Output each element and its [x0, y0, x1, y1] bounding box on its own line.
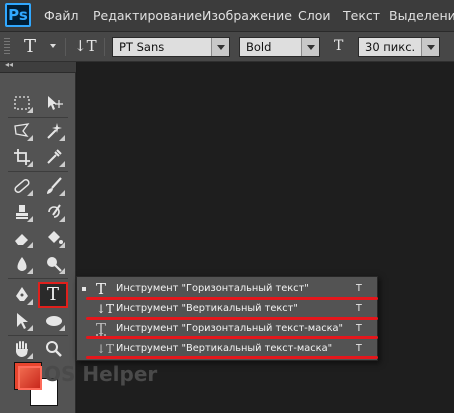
shortcut-key: T [356, 343, 362, 354]
options-separator [104, 38, 105, 56]
tools-panel-header: ◂◂ [0, 60, 76, 73]
menu-layers[interactable]: Слои [298, 8, 331, 23]
lasso-tool-icon[interactable] [11, 120, 33, 142]
flyout-item-label: Инструмент "Горизонтальный текст" [116, 283, 309, 294]
shortcut-key: T [356, 283, 362, 294]
clone-stamp-icon[interactable] [11, 201, 33, 223]
tool-preset-arrow-icon[interactable] [50, 44, 56, 48]
zoom-tool-icon[interactable] [43, 338, 65, 360]
blur-tool-icon[interactable] [11, 253, 33, 275]
menu-bar: Ps Файл Редактирование Изображение Слои … [0, 0, 454, 32]
highlight-underline [86, 317, 378, 320]
options-separator [65, 38, 66, 56]
chevron-down-icon[interactable] [421, 38, 439, 56]
eyedropper-icon[interactable] [43, 146, 65, 168]
pen-tool-icon[interactable] [11, 284, 33, 306]
os-helper-watermark: OS Helper [44, 362, 158, 386]
horizontal-type-tool-icon[interactable]: T [38, 282, 68, 308]
move-tool-icon[interactable] [43, 92, 65, 114]
menu-select[interactable]: Выделение [389, 8, 454, 23]
ellipse-tool-icon[interactable] [43, 310, 65, 332]
history-brush-icon[interactable] [43, 201, 65, 223]
flyout-item-label: Инструмент "Горизонтальный текст-маска" [116, 323, 344, 334]
menu-type[interactable]: Текст [343, 8, 380, 23]
tools-separator [8, 117, 68, 118]
flyout-item-label: Инструмент "Вертикальный текст" [116, 303, 298, 314]
options-grip[interactable] [4, 38, 10, 56]
text-orientation-toggle-icon[interactable]: ↓T [74, 37, 97, 55]
shortcut-key: T [356, 323, 362, 334]
chevron-down-icon[interactable] [301, 38, 319, 56]
font-family-select[interactable]: PT Sans [112, 37, 230, 57]
magic-wand-icon[interactable] [43, 120, 65, 142]
shortcut-key: T [356, 303, 362, 314]
font-family-value: PT Sans [119, 40, 165, 54]
highlight-underline [86, 297, 378, 300]
menu-edit[interactable]: Редактирование [93, 8, 202, 23]
crop-tool-icon[interactable] [11, 146, 33, 168]
collapse-panel-icon[interactable]: ◂◂ [5, 60, 13, 69]
vertical-type-icon: ↓T [96, 302, 115, 316]
menu-image[interactable]: Изображение [202, 8, 292, 23]
selected-bullet-icon [82, 287, 86, 291]
tools-separator [8, 171, 68, 172]
font-style-value: Bold [246, 40, 272, 54]
eraser-tool-icon[interactable] [11, 227, 33, 249]
marquee-tool-icon[interactable] [11, 92, 33, 114]
brush-tool-icon[interactable] [43, 175, 65, 197]
flyout-item-label: Инструмент "Вертикальный текст-маска" [116, 343, 333, 354]
tools-separator [8, 335, 68, 336]
photoshop-logo: Ps [5, 3, 31, 27]
font-size-select[interactable]: 30 пикс. [358, 37, 440, 57]
font-size-icon: T [334, 38, 344, 54]
dodge-tool-icon[interactable] [43, 253, 65, 275]
path-selection-icon[interactable] [11, 310, 33, 332]
tools-separator [8, 278, 68, 279]
horizontal-type-icon: T [96, 280, 107, 298]
font-style-select[interactable]: Bold [239, 37, 320, 57]
hand-tool-icon[interactable] [11, 338, 33, 360]
chevron-down-icon[interactable] [211, 38, 229, 56]
highlight-underline [86, 336, 378, 339]
font-size-value: 30 пикс. [365, 40, 416, 54]
paint-bucket-icon[interactable] [43, 227, 65, 249]
tool-preset-icon[interactable]: T [24, 36, 36, 57]
highlight-underline [86, 356, 378, 359]
menu-file[interactable]: Файл [44, 8, 79, 23]
options-bar: T ↓T PT Sans Bold T 30 пикс. [0, 32, 454, 62]
foreground-color-swatch[interactable] [14, 362, 42, 390]
healing-brush-icon[interactable] [11, 175, 33, 197]
